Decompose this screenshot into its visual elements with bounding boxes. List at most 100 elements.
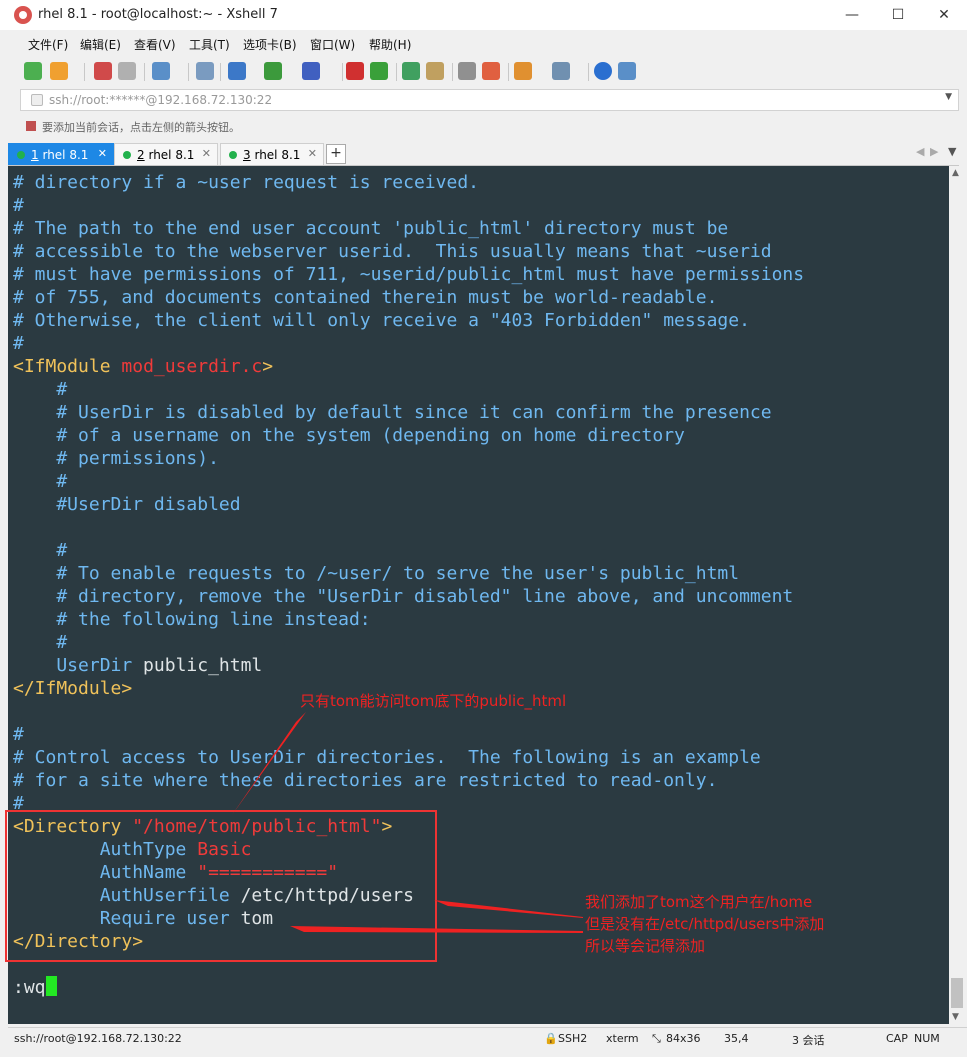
tab-label: rhel 8.1 (42, 148, 89, 162)
annotation-right-line: 我们添加了tom这个用户在/home (585, 893, 813, 911)
terminal-line: # of a username on the system (depending… (13, 425, 685, 446)
toolbar-separator (220, 63, 221, 81)
properties-icon[interactable] (152, 62, 170, 80)
userdir-value: public_html (132, 655, 263, 676)
chevron-down-icon[interactable]: ▼ (945, 92, 952, 102)
terminal-line: # the following line instead: (13, 609, 371, 630)
layout-icon[interactable] (552, 62, 570, 80)
scroll-thumb[interactable] (951, 978, 963, 1008)
tab-menu-icon[interactable]: ▼ (948, 145, 956, 158)
tab-strip: 1 rhel 8.1 ✕ 2 rhel 8.1 ✕ 3 rhel 8.1 ✕ +… (8, 142, 959, 166)
disconnect-icon[interactable] (118, 62, 136, 80)
window-title: rhel 8.1 - root@localhost:~ - Xshell 7 (38, 7, 278, 22)
terminal-line: # (13, 724, 24, 745)
tab-number: 3 (243, 148, 251, 162)
menu-edit[interactable]: 编辑(E) (80, 36, 121, 53)
new-session-icon[interactable] (24, 62, 42, 80)
terminal-line: # (13, 333, 24, 354)
xftp-icon[interactable] (346, 62, 364, 80)
command-line[interactable]: :wq (13, 976, 57, 999)
toolbar (8, 57, 959, 87)
address-bar[interactable]: ssh://root:******@192.168.72.130:22 ▼ (20, 89, 959, 111)
fullscreen-icon[interactable] (402, 62, 420, 80)
terminal-line: # for a site where these directories are… (13, 770, 718, 791)
new-tab-icon[interactable] (514, 62, 532, 80)
tab-number: 1 (31, 148, 39, 162)
terminal-line: # (13, 540, 68, 561)
font-icon[interactable] (302, 62, 320, 80)
maximize-button[interactable]: ☐ (875, 0, 921, 30)
text-cursor (45, 976, 57, 996)
terminal-line: # accessible to the webserver userid. Th… (13, 241, 772, 262)
terminal-line-userdir: UserDir public_html (13, 654, 262, 677)
chat-icon[interactable] (618, 62, 636, 80)
help-icon[interactable] (594, 62, 612, 80)
connected-status-icon (123, 151, 131, 159)
session-hint-bar: 要添加当前会话，点击左侧的箭头按钮。 (20, 116, 920, 136)
tab-session-3[interactable]: 3 rhel 8.1 ✕ (220, 143, 324, 165)
toolbar-separator (508, 63, 509, 81)
highlight-icon[interactable] (482, 62, 500, 80)
globe-icon[interactable] (264, 62, 282, 80)
transfer-icon[interactable] (228, 62, 246, 80)
terminal-line: # UserDir is disabled by default since i… (13, 402, 772, 423)
lock-icon[interactable] (426, 62, 444, 80)
tab-label: rhel 8.1 (254, 148, 301, 162)
menu-bar: 文件(F) 编辑(E) 查看(V) 工具(T) 选项卡(B) 窗口(W) 帮助(… (8, 32, 959, 54)
search-icon[interactable] (196, 62, 214, 80)
menu-help[interactable]: 帮助(H) (369, 36, 411, 53)
toolbar-separator (144, 63, 145, 81)
script-icon[interactable] (370, 62, 388, 80)
status-size-icon: ⤡ (652, 1032, 661, 1045)
scroll-down-icon[interactable]: ▼ (952, 1012, 959, 1022)
status-sessions: 3 会话 (792, 1034, 825, 1047)
ifmodule-gt: > (262, 356, 274, 377)
minimize-button[interactable]: — (829, 0, 875, 30)
menu-file[interactable]: 文件(F) (28, 36, 68, 53)
annotation-right-line: 所以等会记得添加 (585, 937, 706, 955)
status-lock-icon: 🔒 (544, 1032, 558, 1045)
command-text: :wq (13, 977, 46, 998)
bookmark-icon[interactable] (26, 121, 36, 131)
toolbar-separator (588, 63, 589, 81)
status-protocol: SSH2 (558, 1032, 588, 1045)
menu-window[interactable]: 窗口(W) (310, 36, 355, 53)
status-terminal-type: xterm (606, 1032, 639, 1045)
close-tab-icon[interactable]: ✕ (308, 147, 317, 160)
menu-view[interactable]: 查看(V) (134, 36, 176, 53)
terminal-line: # To enable requests to /~user/ to serve… (13, 563, 740, 584)
menu-tools[interactable]: 工具(T) (189, 36, 230, 53)
ifmodule-arg: mod_userdir.c (121, 356, 263, 377)
close-button[interactable]: ✕ (921, 0, 967, 30)
tab-number: 2 (137, 148, 145, 162)
open-folder-icon[interactable] (50, 62, 68, 80)
tab-prev-icon[interactable]: ◀ (916, 145, 924, 158)
connected-status-icon (229, 151, 237, 159)
close-tab-icon[interactable]: ✕ (202, 147, 211, 160)
add-tab-button[interactable]: + (326, 144, 346, 164)
status-size: 84x36 (666, 1032, 701, 1045)
lock-icon (31, 94, 43, 106)
tab-next-icon[interactable]: ▶ (930, 145, 938, 158)
close-tab-icon[interactable]: ✕ (98, 147, 107, 160)
terminal-line: # Control access to UserDir directories.… (13, 747, 761, 768)
tab-label: rhel 8.1 (148, 148, 195, 162)
reconnect-icon[interactable] (94, 62, 112, 80)
status-connection: ssh://root@192.168.72.130:22 (14, 1032, 182, 1045)
connected-status-icon (17, 151, 25, 159)
userdir-keyword: UserDir (13, 655, 133, 676)
toolbar-separator (396, 63, 397, 81)
terminal-line: # directory, remove the "UserDir disable… (13, 586, 794, 607)
keyboard-icon[interactable] (458, 62, 476, 80)
tab-session-2[interactable]: 2 rhel 8.1 ✕ (114, 143, 218, 165)
address-input[interactable]: ssh://root:******@192.168.72.130:22 (49, 93, 272, 107)
toolbar-separator (452, 63, 453, 81)
status-caps: CAP (886, 1032, 908, 1045)
tab-session-1[interactable]: 1 rhel 8.1 ✕ (8, 143, 114, 165)
scroll-up-icon[interactable]: ▲ (952, 168, 959, 178)
terminal-line: # of 755, and documents contained therei… (13, 287, 718, 308)
terminal-line: #UserDir disabled (13, 494, 241, 515)
menu-tabs[interactable]: 选项卡(B) (243, 36, 297, 53)
title-bar: rhel 8.1 - root@localhost:~ - Xshell 7 —… (0, 0, 967, 30)
vertical-scrollbar[interactable]: ▲ ▼ (949, 166, 965, 1024)
